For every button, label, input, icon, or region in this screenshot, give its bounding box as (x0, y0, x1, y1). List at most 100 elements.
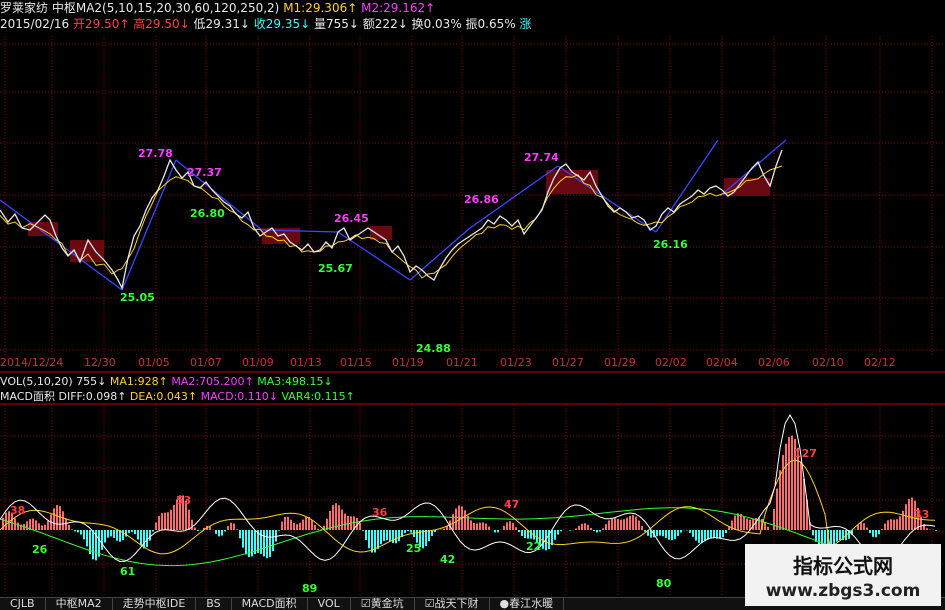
macd-bar (62, 511, 64, 530)
indicator-tab[interactable]: ☑黄金坑 (351, 598, 415, 610)
macd-bar (764, 522, 766, 530)
macd-bar (617, 519, 619, 530)
macd-bar (365, 530, 367, 540)
macd-bar (65, 518, 67, 530)
macd-bar (581, 524, 583, 530)
macd-bar (503, 526, 505, 530)
macd-bar (314, 525, 316, 530)
watermark: 指标公式网 www.zbgs3.com (745, 544, 941, 606)
macd-bar (161, 513, 163, 530)
trend-line (122, 160, 176, 290)
stock-name: 罗莱家纺 (0, 1, 48, 15)
macd-bar (110, 530, 112, 536)
header-row-2: 2015/02/16 开29.50↑ 高29.50↓ 低29.31↓ 收29.3… (0, 16, 532, 32)
price-label: 26.86 (464, 193, 499, 206)
macd-value-arrow-icon: ↓ (269, 390, 278, 403)
macd-bar (893, 520, 895, 530)
macd-bar (155, 523, 157, 530)
macd-bar (737, 513, 739, 530)
macd-bar (209, 527, 211, 530)
macd-bar (260, 530, 262, 554)
macd-bar (287, 517, 289, 530)
macd-bar (599, 530, 601, 532)
macd-bar (422, 530, 424, 548)
rise-label: 涨 (520, 17, 532, 31)
macd-bar (671, 530, 673, 540)
macd-bar (518, 530, 520, 532)
trend-line (558, 166, 656, 232)
macd-bar (71, 529, 73, 530)
macd-bar (107, 530, 109, 538)
macd-bar (197, 530, 199, 531)
macd-bar (230, 523, 232, 530)
macd-label: 38 (10, 504, 25, 517)
macd-bar (476, 523, 478, 530)
macd-bar (278, 530, 280, 531)
price-label: 26.45 (334, 212, 369, 225)
macd-bar (215, 530, 217, 534)
date-tick-label: 01/27 (552, 356, 584, 369)
macd-bar (173, 505, 175, 530)
macd-bar (872, 530, 874, 537)
volume-indicator-line: VOL(5,10,20) 755↓ MA1:928↑ MA2:705.200↑ … (0, 374, 333, 389)
indicator-tab[interactable]: CJLB (0, 598, 46, 610)
macd-bar (692, 530, 694, 537)
macd-bar (611, 518, 613, 530)
date-tick-label: 02/02 (655, 356, 687, 369)
macd-bar (101, 530, 103, 550)
macd-label: 47 (504, 498, 519, 511)
macd-bar (887, 520, 889, 530)
date-tick-label: 01/23 (500, 356, 532, 369)
indicator-tab[interactable]: VOL (308, 598, 351, 610)
date-tick-label: 01/15 (340, 356, 372, 369)
macd-bar (635, 517, 637, 530)
macd-bar (224, 530, 226, 531)
macd-bar (902, 511, 904, 530)
macd-bar (44, 525, 46, 530)
macd-bar (233, 524, 235, 530)
macd-bar (896, 519, 898, 530)
macd-bar (623, 519, 625, 530)
vol-arrow-icon: ↓ (97, 375, 106, 388)
macd-bar (863, 523, 865, 530)
macd-bar (239, 530, 241, 538)
indicator-tab[interactable]: ☑战天下财 (415, 598, 490, 610)
macd-label: 127 (794, 447, 817, 460)
macd-bar (521, 530, 523, 536)
vol-name: VOL(5,10,20) (0, 375, 73, 388)
macd-bar (614, 518, 616, 530)
macd-bar (17, 523, 19, 530)
macd-bar (464, 510, 466, 530)
chart-canvas (0, 0, 945, 609)
macd-bar (266, 530, 268, 558)
macd-bar (470, 520, 472, 530)
macd-bar (35, 520, 37, 530)
indicator-tab[interactable]: 中枢MA2 (46, 598, 113, 610)
macd-bar (395, 530, 397, 543)
macd-bar (158, 516, 160, 530)
watermark-title: 指标公式网 (745, 550, 941, 579)
date-tick-label: 01/19 (392, 356, 424, 369)
macd-bar (626, 518, 628, 530)
macd-bar (296, 524, 298, 530)
indicator-tab[interactable]: 走势中枢IDE (113, 598, 197, 610)
macd-bar (587, 525, 589, 530)
indicator-tab[interactable]: ●春江水暖 (490, 598, 565, 610)
indicator-tab[interactable]: BS (196, 598, 231, 610)
macd-bar (191, 520, 193, 530)
macd-bar (302, 520, 304, 530)
macd-bar (839, 530, 841, 540)
macd-bar (344, 514, 346, 530)
macd-bar (542, 530, 544, 549)
macd-dea-arrow-icon: ↑ (188, 390, 197, 403)
macd-bar (890, 519, 892, 530)
macd-bar (404, 530, 406, 533)
macd-bar (677, 530, 679, 536)
macd-bar (143, 530, 145, 548)
macd-bar (734, 516, 736, 530)
macd-bar (884, 524, 886, 530)
macd-bar (776, 489, 778, 530)
macd-bar (911, 497, 913, 530)
indicator-tab[interactable]: MACD面积 (232, 598, 308, 610)
low-price: 低29.31 (194, 17, 240, 31)
